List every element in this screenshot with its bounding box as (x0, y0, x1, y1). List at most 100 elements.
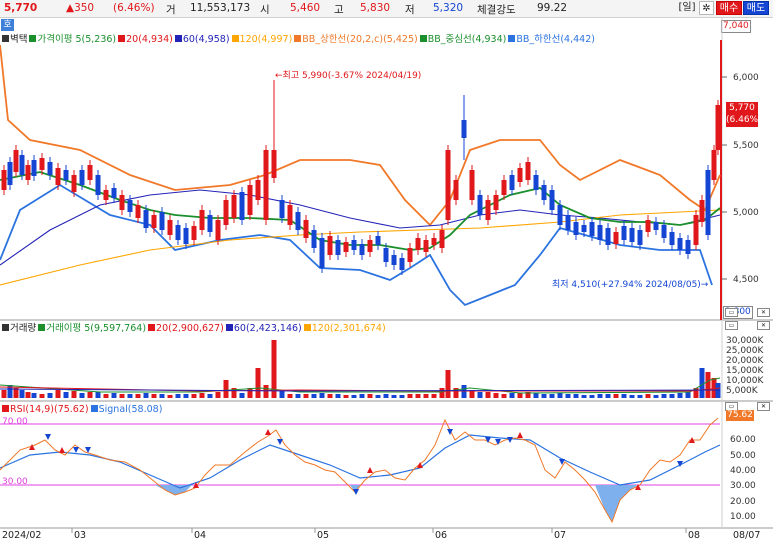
rsi-upper-label: 70.00 (2, 417, 28, 427)
volume-bar (263, 385, 269, 398)
candle-body (247, 185, 253, 215)
legend-swatch (90, 405, 98, 412)
volume-bar (207, 394, 213, 398)
volume-bar (557, 393, 563, 398)
volume-bar (533, 393, 539, 398)
volume-bar (439, 388, 445, 398)
price-panel-max-icon[interactable]: ▭ (725, 308, 738, 317)
x-axis-label: 05 (317, 530, 330, 541)
candle-body (167, 220, 173, 235)
candle-body (383, 248, 389, 262)
candle-body (95, 175, 101, 195)
candle-body (621, 226, 627, 240)
rsi-scale-label: 10.00 (730, 512, 756, 522)
candle-body (533, 175, 539, 190)
price-scale-label: 5,000 (733, 208, 759, 218)
candle-body (501, 180, 507, 195)
volume-scale-label: 15,000K (726, 366, 764, 376)
candle-body (549, 190, 555, 210)
volume-bar (581, 395, 587, 398)
candle-body (79, 170, 85, 185)
candle-body (31, 160, 37, 176)
volume-bar (167, 395, 173, 398)
candle-body (159, 212, 165, 230)
volume-bar (383, 394, 389, 398)
candle-body (1, 170, 7, 190)
volume-bar (501, 394, 507, 398)
volume-bar (39, 394, 45, 398)
volume-bar (31, 393, 37, 398)
volume-bar (445, 370, 451, 398)
volume-bar (509, 393, 515, 398)
volume-bar (517, 393, 523, 398)
volume-bar (629, 395, 635, 398)
candle-body (111, 188, 117, 198)
candle-body (431, 238, 437, 245)
volume-bar (351, 395, 357, 398)
legend-item: 거래량 (2, 323, 36, 334)
candle-body (399, 258, 405, 270)
candle-body (19, 155, 25, 175)
x-axis-label: 2024/02 (2, 530, 42, 541)
candle-body (613, 232, 619, 244)
rsi-panel-close-icon[interactable]: ✕ (757, 402, 770, 411)
bbMid-line (0, 171, 721, 251)
candle-body (279, 200, 285, 218)
candle-body (407, 248, 413, 262)
legend-label: 거래이평 5(9,597,764) (46, 323, 147, 334)
x-axis-label: 06 (435, 530, 448, 541)
rsi-buy-arrow-icon (265, 429, 271, 435)
candle-body (223, 200, 229, 225)
candle-body (661, 225, 667, 238)
volume-bar (589, 395, 595, 398)
candle-body (303, 220, 309, 238)
candle-body (705, 170, 711, 235)
volume-bar (79, 393, 85, 398)
volume-bar (367, 394, 373, 398)
candle-body (445, 150, 451, 220)
volume-bar (119, 394, 125, 398)
candle-body (375, 236, 381, 245)
volume-bar (1, 390, 7, 398)
candle-body (39, 158, 45, 170)
rsi-scale-label: 60.00 (730, 435, 756, 445)
panel-max-icon[interactable]: ▭ (725, 321, 738, 330)
rsi-sell-arrow-icon (45, 434, 51, 440)
legend-swatch (303, 324, 311, 331)
volume-bar (127, 394, 133, 398)
candle-body (231, 195, 237, 218)
candle-body (47, 162, 53, 175)
volume-bar (565, 394, 571, 398)
candle-body (13, 150, 19, 172)
volume-bar (637, 395, 643, 398)
volume-bar (621, 394, 627, 398)
volume-bar (295, 394, 301, 398)
x-axis-label: 04 (194, 530, 207, 541)
volume-bar (55, 390, 61, 398)
legend-swatch (2, 405, 9, 412)
candle-body (319, 238, 325, 268)
candle-body (415, 238, 421, 250)
candle-body (287, 205, 293, 225)
rsi-buy-arrow-icon (517, 432, 523, 438)
price-panel-close-icon[interactable]: ✕ (757, 308, 770, 317)
legend-label: 거래량 (10, 323, 37, 334)
candle-body (335, 240, 341, 255)
candle-body (637, 230, 643, 245)
volume-bar (71, 391, 77, 398)
volume-scale-label: 5,000K (726, 386, 759, 396)
volume-bar (199, 393, 205, 398)
volume-bar (255, 368, 261, 398)
volume-bar (573, 394, 579, 398)
volume-scale-label: 10,000K (726, 376, 764, 386)
rsi-lower-label: 30.00 (2, 477, 28, 487)
candle-body (199, 210, 205, 230)
legend-item: 거래이평 5(9,597,764) (38, 323, 146, 334)
volume-bar (391, 395, 397, 398)
panel-close-icon[interactable]: ✕ (757, 321, 770, 330)
chart-canvas: 6,000 5,500 5,000 4,500 30,000K25,000K20,00… (0, 18, 773, 533)
candle-body (103, 190, 109, 200)
candle-body (453, 180, 459, 200)
volume-bar (87, 392, 93, 398)
volume-bar (705, 372, 711, 398)
